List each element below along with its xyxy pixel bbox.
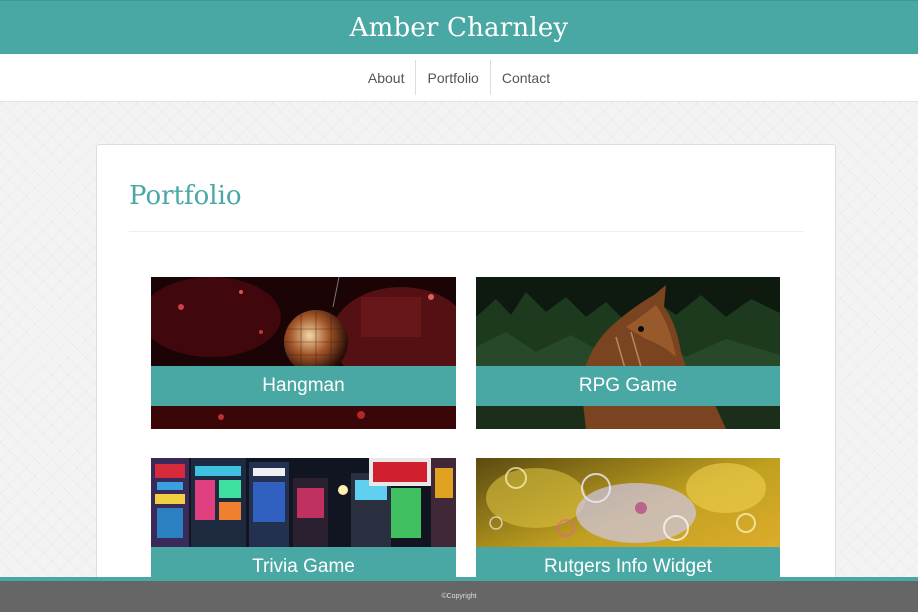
nav-item-portfolio[interactable]: Portfolio [415,60,489,95]
divider [129,231,803,232]
nav-item-about[interactable]: About [357,60,416,95]
site-title[interactable]: Amber Charnley [350,13,569,43]
nav-item-contact[interactable]: Contact [489,60,561,95]
portfolio-card-rutgers-info-widget[interactable]: Rutgers Info Widget [476,458,780,578]
card-label[interactable]: Hangman [151,366,456,406]
portfolio-card-trivia-game[interactable]: Trivia Game [151,458,456,578]
portfolio-card-hangman[interactable]: Hangman [151,277,456,429]
copyright-text: ©Copyright [441,593,477,600]
portfolio-panel: Portfolio Hangman RPG Game Trivia Game R… [96,144,836,604]
card-label[interactable]: Trivia Game [151,547,456,578]
portfolio-card-rpg-game[interactable]: RPG Game [476,277,780,429]
horse-photo [476,277,780,429]
main-nav: About Portfolio Contact [0,54,918,102]
page-title: Portfolio [129,181,242,211]
card-label[interactable]: Rutgers Info Widget [476,547,780,578]
disco-ball-photo [151,277,456,429]
site-footer: ©Copyright [0,577,918,612]
site-header: Amber Charnley [0,0,918,54]
card-label[interactable]: RPG Game [476,366,780,406]
